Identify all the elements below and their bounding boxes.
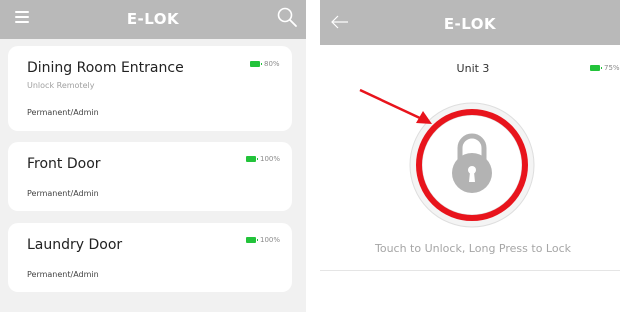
app-title: E-LOK	[443, 15, 497, 33]
lock-name: Dining Room Entrance	[27, 60, 184, 76]
battery-percent: 100%	[260, 236, 281, 244]
battery-icon	[250, 61, 262, 67]
access-level: Permanent/Admin	[27, 189, 99, 198]
lock-list-screen: E-LOK Dining Room Entrance Unlock Remote…	[0, 0, 306, 312]
battery-indicator: 75%	[590, 64, 620, 72]
lock-detail-screen: E-LOK Unit 3 75% Touch to Unlock, Long P…	[320, 0, 620, 312]
access-level: Permanent/Admin	[27, 108, 99, 117]
padlock-icon	[409, 102, 535, 228]
search-icon[interactable]	[276, 6, 298, 28]
battery-percent: 100%	[260, 155, 281, 163]
lock-name: Front Door	[27, 156, 101, 172]
battery-indicator: 100%	[246, 236, 280, 244]
battery-icon	[246, 237, 258, 243]
unlock-remotely-link[interactable]: Unlock Remotely	[27, 81, 94, 90]
lock-card-laundry-door[interactable]: Laundry Door Permanent/Admin 100%	[8, 223, 292, 292]
app-header: E-LOK	[0, 0, 306, 39]
battery-percent: 75%	[604, 64, 620, 72]
lock-card-front-door[interactable]: Front Door Permanent/Admin 100%	[8, 142, 292, 211]
lock-hint-text: Touch to Unlock, Long Press to Lock	[374, 242, 571, 255]
app-title: E-LOK	[126, 10, 180, 28]
battery-icon	[246, 156, 258, 162]
lock-card-dining-room-entrance[interactable]: Dining Room Entrance Unlock Remotely Per…	[8, 46, 292, 131]
battery-indicator: 100%	[246, 155, 280, 163]
detail-header: E-LOK	[320, 0, 620, 45]
divider	[320, 270, 620, 271]
battery-percent: 80%	[264, 60, 280, 68]
unit-title: Unit 3	[456, 62, 490, 75]
lock-name: Laundry Door	[27, 237, 123, 253]
battery-icon	[590, 65, 602, 71]
battery-indicator: 80%	[250, 60, 280, 68]
lock-toggle-button[interactable]	[407, 100, 537, 230]
access-level: Permanent/Admin	[27, 270, 99, 279]
